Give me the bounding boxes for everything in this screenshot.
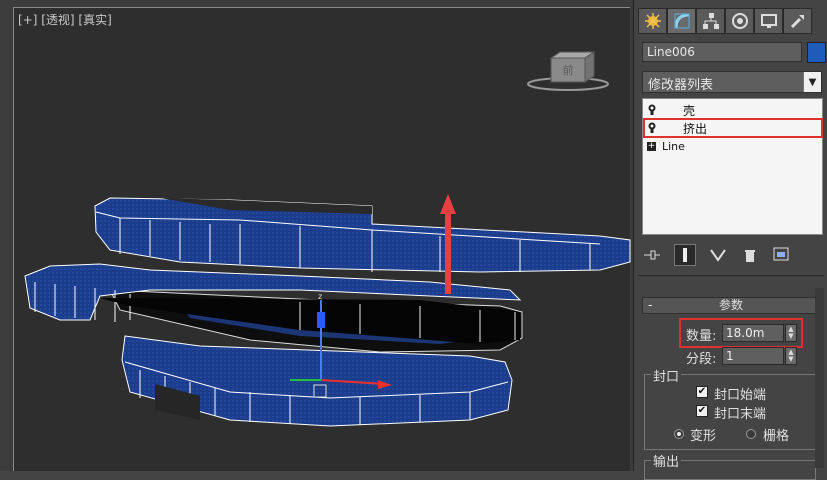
grid-radio[interactable] <box>746 429 756 439</box>
pin-icon <box>644 250 660 260</box>
create-icon <box>644 13 661 29</box>
svg-text:z: z <box>318 292 322 301</box>
create-tab[interactable] <box>638 8 667 34</box>
panel-scrollbar[interactable] <box>815 288 824 468</box>
stack-item-shell[interactable]: 壳 <box>647 102 695 118</box>
parameters-rollout-header[interactable]: - 参数 <box>642 297 820 314</box>
motion-tab[interactable] <box>725 8 754 34</box>
highlight-amount <box>679 318 803 348</box>
divider <box>638 275 824 276</box>
command-panel: Line006 修改器列表 ▼ 壳 挤出 + Line - 参数 数量: 18.… <box>633 0 827 480</box>
highlight-extrude <box>643 118 823 138</box>
grid-label: 栅格 <box>763 429 790 444</box>
cap-start-checkbox[interactable]: ✔ <box>696 386 708 398</box>
make-unique-icon <box>710 249 726 262</box>
expand-plus-icon[interactable]: + <box>647 141 656 151</box>
stack-item-label: 壳 <box>683 103 696 118</box>
cap-start-label: 封口始端 <box>714 388 767 403</box>
configure-icon <box>773 247 789 261</box>
viewcube[interactable]: 前 <box>527 51 609 91</box>
show-end-result-button[interactable] <box>674 244 696 266</box>
capping-group-label: 封口 <box>651 366 682 385</box>
modifier-list-label: 修改器列表 <box>648 78 714 93</box>
configure-sets-button[interactable] <box>772 245 792 265</box>
end-result-icon <box>683 248 687 262</box>
chevron-down-icon[interactable]: ▼ <box>803 72 821 92</box>
object-color-swatch[interactable] <box>807 42 826 63</box>
motion-icon <box>731 13 748 29</box>
slab-top[interactable] <box>94 197 631 273</box>
remove-modifier-button[interactable] <box>740 245 760 265</box>
cap-end-checkbox[interactable]: ✔ <box>696 405 708 417</box>
lightbulb-icon[interactable] <box>647 104 657 116</box>
morph-radio[interactable] <box>674 429 684 439</box>
display-tab[interactable] <box>754 8 783 34</box>
utilities-icon <box>790 15 804 29</box>
segments-input[interactable]: 1 <box>722 347 784 365</box>
morph-label: 变形 <box>690 429 717 444</box>
make-unique-button[interactable] <box>708 245 728 265</box>
output-group-label: 输出 <box>651 451 682 470</box>
stack-item-line[interactable]: + Line <box>647 138 685 154</box>
stack-item-label: Line <box>662 139 685 153</box>
pin-stack-button[interactable] <box>642 245 662 265</box>
segments-label: 分段: <box>686 352 717 367</box>
collapse-icon: - <box>648 298 653 312</box>
object-name-field[interactable]: Line006 <box>642 42 802 62</box>
trash-icon <box>745 250 755 262</box>
hierarchy-icon <box>702 13 719 29</box>
modifier-list-dropdown[interactable]: 修改器列表 ▼ <box>642 71 822 93</box>
hierarchy-tab[interactable] <box>696 8 725 34</box>
scene-3d[interactable]: 前 z <box>0 0 633 471</box>
modify-icon <box>674 13 689 29</box>
modify-tab[interactable] <box>667 8 696 34</box>
segments-spinner[interactable]: ▲ ▼ <box>785 347 797 365</box>
stack-toolbar <box>642 243 824 267</box>
display-icon <box>760 14 777 28</box>
command-tabs <box>638 8 812 34</box>
utilities-tab[interactable] <box>783 8 812 34</box>
viewcube-label: 前 <box>563 63 574 77</box>
rollout-title: 参数 <box>718 298 743 312</box>
cap-end-label: 封口末端 <box>714 407 767 422</box>
viewport[interactable]: [+] [透视] [真实] 前 z <box>0 0 633 471</box>
